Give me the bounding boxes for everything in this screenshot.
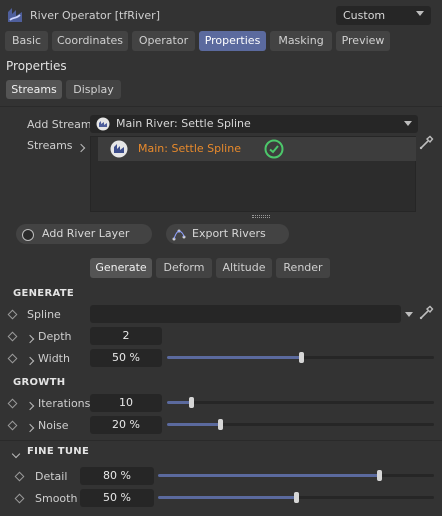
chevron-right-icon[interactable] — [25, 332, 35, 345]
check-circle-icon — [264, 139, 284, 159]
tab-properties[interactable]: Properties — [199, 31, 266, 51]
slider-handle[interactable] — [376, 470, 382, 481]
chevron-right-icon[interactable] — [25, 421, 35, 434]
keyframe-diamond-icon[interactable] — [7, 331, 18, 342]
slider-fill — [158, 474, 379, 477]
tab-operator[interactable]: Operator — [132, 31, 195, 51]
export-rivers-label: Export Rivers — [192, 227, 266, 240]
iterations-slider[interactable] — [167, 397, 434, 408]
detail-slider[interactable] — [158, 470, 434, 481]
iterations-label: Iterations — [38, 397, 91, 410]
iterations-field[interactable]: 10 — [90, 394, 162, 412]
chevron-right-icon[interactable] — [76, 141, 86, 154]
chevron-down-icon — [416, 11, 424, 16]
preset-select-value: Custom — [343, 9, 386, 22]
noise-label: Noise — [38, 419, 69, 432]
list-item[interactable]: Main: Settle Spline — [98, 137, 416, 161]
river-icon — [110, 140, 128, 158]
add-stream-label: Add Stream — [27, 118, 92, 131]
tab-basic[interactable]: Basic — [5, 31, 48, 51]
chevron-right-icon[interactable] — [25, 399, 35, 412]
object-title: River Operator [tfRiver] — [30, 9, 160, 22]
spline-label: Spline — [27, 308, 61, 321]
detail-field[interactable]: 80 % — [80, 467, 154, 485]
add-river-layer-label: Add River Layer — [42, 227, 130, 240]
add-layer-icon — [22, 228, 34, 241]
slider-fill — [167, 401, 192, 404]
generate-heading: GENERATE — [13, 288, 74, 299]
export-rivers-button[interactable]: Export Rivers — [166, 224, 289, 244]
tab-deform[interactable]: Deform — [156, 258, 212, 278]
depth-field[interactable]: 2 — [90, 327, 162, 345]
width-slider[interactable] — [167, 352, 434, 363]
streams-label: Streams — [27, 139, 73, 152]
noise-slider[interactable] — [167, 419, 434, 430]
smooth-label: Smooth — [35, 492, 78, 505]
detail-label: Detail — [35, 470, 68, 483]
section-title: Properties — [6, 59, 67, 73]
tab-masking[interactable]: Masking — [270, 31, 332, 51]
export-spline-icon — [172, 228, 186, 241]
chevron-down-icon[interactable] — [11, 447, 21, 460]
growth-heading: GROWTH — [13, 377, 66, 388]
slider-handle[interactable] — [294, 492, 299, 503]
divider — [0, 106, 442, 107]
tab-render[interactable]: Render — [276, 258, 330, 278]
spline-field[interactable] — [90, 305, 401, 323]
slider-fill — [158, 496, 296, 499]
river-icon — [96, 117, 110, 131]
chevron-down-icon — [404, 121, 412, 126]
smooth-slider[interactable] — [158, 492, 434, 503]
tab-altitude[interactable]: Altitude — [216, 258, 272, 278]
river-operator-icon — [6, 6, 24, 24]
depth-label: Depth — [38, 330, 72, 343]
keyframe-diamond-icon[interactable] — [7, 398, 18, 409]
subtab-display[interactable]: Display — [66, 80, 121, 99]
divider — [0, 440, 442, 441]
preset-select[interactable]: Custom — [336, 6, 431, 25]
eyedropper-icon[interactable] — [418, 305, 434, 321]
smooth-field[interactable]: 50 % — [80, 489, 154, 507]
noise-field[interactable]: 20 % — [90, 416, 162, 434]
tab-coordinates[interactable]: Coordinates — [52, 31, 128, 51]
eyedropper-icon[interactable] — [418, 135, 434, 151]
width-field[interactable]: 50 % — [90, 349, 162, 367]
keyframe-diamond-icon[interactable] — [7, 309, 18, 320]
tab-generate[interactable]: Generate — [90, 258, 152, 278]
resize-handle[interactable] — [252, 215, 270, 218]
chevron-right-icon[interactable] — [25, 354, 35, 367]
keyframe-diamond-icon[interactable] — [14, 493, 25, 504]
slider-fill — [167, 423, 221, 426]
keyframe-diamond-icon[interactable] — [7, 353, 18, 364]
tab-preview[interactable]: Preview — [336, 31, 390, 51]
keyframe-diamond-icon[interactable] — [14, 471, 25, 482]
add-stream-select[interactable]: Main River: Settle Spline — [90, 115, 418, 133]
slider-handle[interactable] — [218, 419, 224, 430]
width-label: Width — [38, 352, 70, 365]
slider-handle[interactable] — [298, 352, 304, 363]
fine-tune-heading: FINE TUNE — [27, 446, 90, 457]
keyframe-diamond-icon[interactable] — [7, 420, 18, 431]
chevron-down-icon[interactable] — [405, 312, 413, 317]
slider-handle[interactable] — [189, 397, 195, 408]
subtab-streams[interactable]: Streams — [6, 80, 62, 99]
add-river-layer-button[interactable]: Add River Layer — [16, 224, 152, 244]
stream-item-label: Main: Settle Spline — [138, 142, 241, 155]
add-stream-value: Main River: Settle Spline — [116, 117, 251, 130]
slider-fill — [167, 356, 301, 359]
